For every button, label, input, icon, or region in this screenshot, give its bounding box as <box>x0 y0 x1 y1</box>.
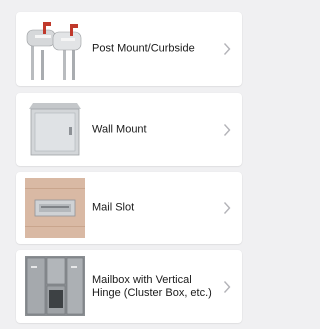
chevron-right-icon <box>223 43 231 56</box>
wall-mount-mailbox-image <box>25 99 85 159</box>
option-mailbox-vertical-hinge[interactable]: Mailbox with Vertical Hinge (Cluster Box… <box>16 250 242 323</box>
option-label: Wall Mount <box>92 123 147 135</box>
option-mail-slot[interactable]: Mail Slot <box>16 172 242 244</box>
option-label: Mail Slot <box>92 201 135 214</box>
option-label: Post Mount/Curbside <box>92 42 195 55</box>
chevron-right-icon <box>223 280 231 293</box>
option-wall-mount[interactable]: Wall Mount <box>16 93 242 166</box>
chevron-right-icon <box>223 202 231 215</box>
option-post-mount-curbside[interactable]: Post Mount/Curbside <box>16 12 242 86</box>
option-label: Mailbox with Vertical Hinge (Cluster Box… <box>92 273 212 299</box>
cluster-box-image <box>25 256 85 316</box>
chevron-right-icon <box>223 123 231 136</box>
curbside-mailbox-image <box>25 16 85 82</box>
mail-slot-image <box>25 178 85 238</box>
